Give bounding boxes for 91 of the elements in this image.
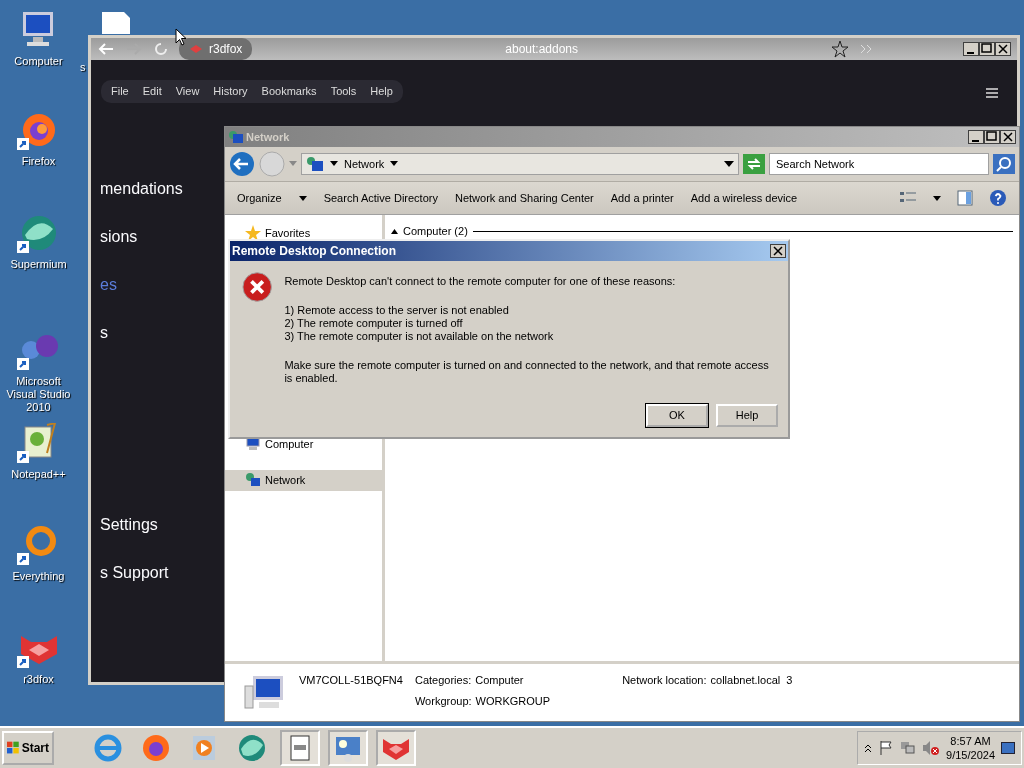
- reason-text: 1) Remote access to the server is not enabled: [284, 304, 510, 317]
- maximize-button[interactable]: [979, 42, 995, 56]
- cursor-icon: [175, 28, 187, 46]
- sidebar-item[interactable]: s: [100, 322, 183, 370]
- reason-text: 3) The remote computer is not available on the network: [284, 330, 555, 343]
- toolbar-button[interactable]: Add a wireless device: [690, 189, 798, 207]
- icon-label: Firefox: [21, 155, 56, 168]
- tab-title: r3dfox: [209, 41, 243, 58]
- maximize-button[interactable]: [984, 130, 1000, 144]
- swirl-icon[interactable]: [237, 733, 267, 763]
- menu-item[interactable]: Edit: [142, 83, 162, 100]
- field-value: collabnet.local 3: [710, 673, 793, 688]
- browser-tab[interactable]: r3dfox: [179, 38, 253, 60]
- clock-time: 8:57 AM: [949, 734, 992, 748]
- close-button[interactable]: [1000, 130, 1016, 144]
- computer-name: VM7COLL-51BQFN4: [299, 673, 403, 688]
- network-icon[interactable]: [900, 740, 917, 756]
- icon-label: Computer: [14, 55, 63, 68]
- icon-label: Supermium: [10, 258, 67, 271]
- fox-icon: [189, 44, 203, 54]
- caret-icon: [330, 161, 338, 167]
- field-label: Workgroup:: [414, 693, 472, 709]
- collapse-icon[interactable]: [391, 228, 398, 234]
- icon-label: Everything: [12, 570, 65, 583]
- address-bar[interactable]: Network: [301, 153, 739, 175]
- reason-text: 2) The remote computer is turned off: [284, 317, 464, 330]
- field-value: WORKGROUP: [475, 693, 551, 709]
- icon-label: Microsoft Visual Studio 2010: [5, 375, 72, 414]
- star-icon: [245, 225, 261, 242]
- toolbar-button[interactable]: Search Active Directory: [323, 189, 438, 207]
- sidebar-item[interactable]: Settings: [100, 514, 183, 562]
- sidebar-item[interactable]: sions: [100, 226, 183, 274]
- help-icon[interactable]: [989, 189, 1007, 207]
- ok-button[interactable]: OK: [646, 404, 708, 427]
- sidebar-item[interactable]: mendations: [100, 178, 183, 226]
- back-icon[interactable]: [97, 42, 115, 56]
- advice-text: Make sure the remote computer is turned on and connected to the network, and that remote access is enabled.: [284, 359, 770, 385]
- icon-label: r3dfox: [23, 673, 54, 686]
- error-icon: [242, 271, 273, 303]
- caret-icon[interactable]: [933, 195, 941, 201]
- windows-logo-icon: [7, 741, 20, 755]
- dialog-title: Remote Desktop Connection: [232, 243, 396, 260]
- flag-icon[interactable]: [878, 740, 895, 756]
- minimize-button[interactable]: [963, 42, 979, 56]
- group-header[interactable]: Computer (2): [403, 223, 468, 240]
- menu-item[interactable]: Help: [370, 83, 393, 100]
- menu-item[interactable]: Tools: [330, 83, 357, 100]
- start-button[interactable]: Start: [2, 731, 54, 765]
- caret-icon: [390, 161, 399, 167]
- menu-item[interactable]: Bookmarks: [261, 83, 317, 100]
- back-button[interactable]: [229, 151, 255, 177]
- field-label: Categories:: [414, 673, 472, 688]
- breadcrumb[interactable]: Network: [344, 155, 385, 173]
- chevron-icon[interactable]: [864, 743, 873, 753]
- window-title: Network: [246, 129, 290, 145]
- help-button[interactable]: Help: [716, 404, 778, 427]
- show-desktop-button[interactable]: [1001, 742, 1015, 754]
- sidebar-item[interactable]: s Support: [100, 562, 183, 610]
- nav-label: Favorites: [265, 226, 311, 241]
- search-field[interactable]: Search Network: [769, 153, 989, 175]
- nav-label: Network: [265, 473, 306, 488]
- preview-pane-icon[interactable]: [957, 190, 973, 206]
- network-icon: [245, 472, 261, 489]
- refresh-button[interactable]: [743, 154, 765, 174]
- icon-label: s: [80, 61, 86, 74]
- clock-date: 9/15/2024: [946, 748, 995, 762]
- network-icon: [228, 130, 244, 144]
- firefox-icon[interactable]: [141, 733, 171, 763]
- caret-icon[interactable]: [298, 195, 307, 201]
- network-icon: [306, 156, 324, 172]
- dropdown-arrow-icon[interactable]: [724, 161, 734, 167]
- field-label: Network location:: [622, 673, 707, 688]
- icon-label: Notepad++: [11, 468, 66, 481]
- toolbar-button[interactable]: Organize: [237, 189, 282, 207]
- menu-icon[interactable]: [985, 87, 999, 99]
- nav-item[interactable]: Network: [225, 470, 382, 491]
- sidebar-item[interactable]: es: [100, 274, 183, 322]
- close-button[interactable]: [995, 42, 1011, 56]
- minimize-button[interactable]: [968, 130, 984, 144]
- star-icon[interactable]: [831, 40, 849, 58]
- muted-speaker-icon[interactable]: [922, 740, 941, 756]
- field-value: Computer: [475, 673, 524, 688]
- toolbar-button[interactable]: Network and Sharing Center: [454, 189, 594, 207]
- close-button[interactable]: [770, 244, 786, 258]
- nav-label: Computer: [265, 436, 314, 452]
- menu-item[interactable]: File: [111, 83, 129, 100]
- search-button[interactable]: [993, 154, 1015, 174]
- toolbar-button[interactable]: Add a printer: [610, 189, 674, 207]
- menu-item[interactable]: History: [213, 83, 248, 100]
- error-message: Remote Desktop can't connect to the remote computer for one of these reasons:: [284, 275, 677, 288]
- menu-item[interactable]: View: [175, 83, 200, 100]
